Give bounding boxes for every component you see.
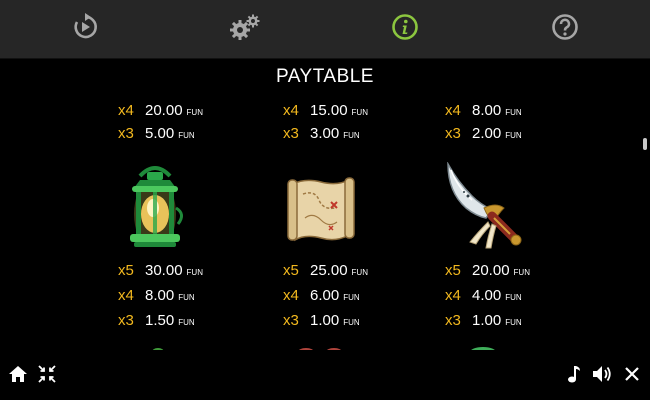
multiplier: x4 (283, 287, 299, 304)
lantern-symbol (130, 166, 183, 247)
home-icon (9, 366, 27, 382)
payout-value: 5.00 (145, 125, 175, 142)
payout-value: 30.00 (145, 262, 183, 279)
payout-value: 8.00 (472, 102, 502, 119)
multiplier: x3 (118, 312, 134, 329)
close-icon (625, 367, 639, 381)
multiplier: x4 (118, 102, 134, 119)
top-toolbar (0, 0, 650, 59)
settings-gears-icon (230, 14, 260, 40)
info-button[interactable] (388, 10, 422, 44)
page-title: PAYTABLE (276, 66, 374, 87)
exit-fullscreen-icon (38, 365, 56, 383)
payout-row: x5 20.00 FUN (445, 262, 530, 284)
info-icon (392, 14, 418, 40)
currency-unit: FUN (505, 108, 522, 117)
payout-row: x3 3.00 FUN (283, 125, 360, 147)
payout-row: x4 8.00 FUN (445, 102, 522, 124)
sound-icon (593, 366, 611, 382)
payout-value: 3.00 (310, 125, 340, 142)
payout-value: 25.00 (310, 262, 348, 279)
payout-row: x5 25.00 FUN (283, 262, 368, 284)
currency-unit: FUN (186, 268, 203, 277)
multiplier: x4 (445, 102, 461, 119)
payout-row: x4 20.00 FUN (118, 102, 203, 124)
payout-value: 20.00 (472, 262, 510, 279)
payout-row: x3 1.00 FUN (283, 312, 360, 334)
multiplier: x3 (283, 312, 299, 329)
payout-value: 15.00 (310, 102, 348, 119)
payout-row: x3 2.00 FUN (445, 125, 522, 147)
help-button[interactable] (548, 10, 582, 44)
currency-unit: FUN (178, 131, 195, 140)
payout-value: 1.50 (145, 312, 175, 329)
currency-unit: FUN (505, 293, 522, 302)
currency-unit: FUN (178, 318, 195, 327)
bottom-bar (0, 350, 650, 400)
currency-unit: FUN (351, 268, 368, 277)
close-button[interactable] (620, 362, 644, 386)
scrollbar[interactable] (643, 96, 647, 348)
payout-row: x4 6.00 FUN (283, 287, 360, 309)
payout-value: 20.00 (145, 102, 183, 119)
payout-value: 4.00 (472, 287, 502, 304)
exit-fullscreen-button[interactable] (35, 362, 59, 386)
currency-unit: FUN (343, 131, 360, 140)
multiplier: x4 (283, 102, 299, 119)
treasure-map-symbol (287, 177, 355, 242)
multiplier: x4 (118, 287, 134, 304)
autoplay-button[interactable] (68, 10, 102, 44)
scrollbar-thumb[interactable] (643, 138, 647, 150)
currency-unit: FUN (505, 318, 522, 327)
payout-row: x4 8.00 FUN (118, 287, 195, 309)
settings-button[interactable] (228, 10, 262, 44)
multiplier: x4 (445, 287, 461, 304)
payout-row: x4 4.00 FUN (445, 287, 522, 309)
currency-unit: FUN (351, 108, 368, 117)
autoplay-icon (74, 13, 97, 39)
payout-row: x3 5.00 FUN (118, 125, 195, 147)
currency-unit: FUN (178, 293, 195, 302)
home-button[interactable] (6, 362, 30, 386)
sound-toggle-button[interactable] (590, 362, 614, 386)
multiplier: x5 (445, 262, 461, 279)
payout-value: 6.00 (310, 287, 340, 304)
payout-value: 2.00 (472, 125, 502, 142)
currency-unit: FUN (343, 318, 360, 327)
currency-unit: FUN (343, 293, 360, 302)
music-toggle-button[interactable] (561, 362, 585, 386)
currency-unit: FUN (186, 108, 203, 117)
paytable-list[interactable]: x4 20.00 FUN x3 5.00 FUN x4 15.00 FUN x3 3.00 FU… (0, 92, 650, 350)
multiplier: x3 (445, 125, 461, 142)
multiplier: x5 (118, 262, 134, 279)
payout-value: 1.00 (310, 312, 340, 329)
payout-row: x4 15.00 FUN (283, 102, 368, 124)
multiplier: x5 (283, 262, 299, 279)
multiplier: x3 (445, 312, 461, 329)
currency-unit: FUN (505, 131, 522, 140)
payout-row: x5 30.00 FUN (118, 262, 203, 284)
multiplier: x3 (283, 125, 299, 142)
currency-unit: FUN (513, 268, 530, 277)
music-note-icon (568, 366, 580, 383)
payout-row: x3 1.00 FUN (445, 312, 522, 334)
payout-value: 1.00 (472, 312, 502, 329)
multiplier: x3 (118, 125, 134, 142)
cutlass-symbol (447, 162, 522, 249)
payout-value: 8.00 (145, 287, 175, 304)
help-icon (552, 14, 578, 40)
payout-row: x3 1.50 FUN (118, 312, 195, 334)
